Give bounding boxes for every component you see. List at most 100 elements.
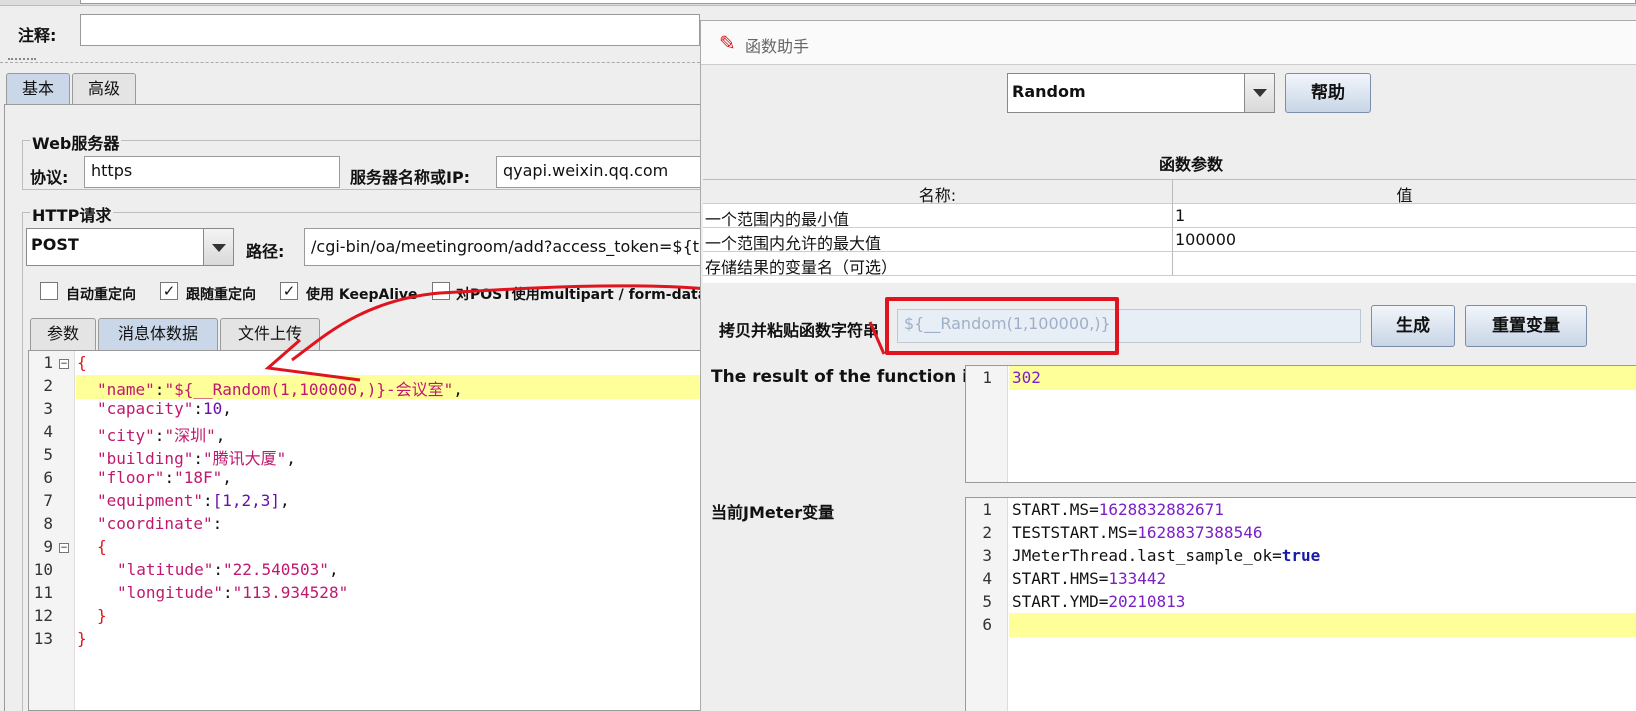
line-number: 10	[33, 560, 53, 579]
copy-label: 拷贝并粘贴函数字符串	[719, 321, 880, 340]
json-comma: ,	[280, 491, 290, 510]
line-number: 6	[982, 615, 992, 634]
param-value-cell[interactable]: 1	[1173, 204, 1636, 228]
json-separator: :	[213, 560, 223, 579]
arrow-head-left	[264, 338, 361, 382]
json-comma: ,	[222, 468, 232, 487]
chevron-down-icon[interactable]	[1244, 74, 1274, 112]
line-number: 3	[43, 399, 53, 418]
json-separator: :	[212, 514, 223, 533]
code-brace: }	[77, 629, 87, 648]
function-select[interactable]: Random	[1007, 73, 1275, 113]
variable-name: START.MS	[1012, 500, 1090, 519]
variable-value: true	[1281, 546, 1321, 565]
variable-name: START.YMD	[1012, 592, 1099, 611]
variable-line: JMeterThread.last_sample_ok=true	[1012, 546, 1320, 565]
json-key: "city"	[97, 426, 155, 445]
line-number: 8	[43, 514, 53, 533]
equals-sign: =	[1089, 500, 1099, 519]
json-value: "深圳"	[164, 426, 216, 445]
line-number: 4	[43, 422, 53, 441]
help-button[interactable]: 帮助	[1285, 73, 1371, 113]
generate-button[interactable]: 生成	[1371, 305, 1455, 347]
arrow-head-right	[868, 321, 886, 355]
json-value: "113.934528"	[232, 583, 349, 602]
line-number: 3	[982, 546, 992, 565]
code-line: "latitude":"22.540503",	[117, 560, 339, 579]
json-key: "longitude"	[117, 583, 223, 602]
line-number: 11	[33, 583, 53, 602]
line-number: 9	[43, 537, 53, 556]
param-value-cell[interactable]	[1173, 252, 1636, 276]
result-editor[interactable]: 1 302	[965, 365, 1636, 483]
current-line-highlight	[1009, 366, 1636, 390]
param-name-cell: 存储结果的变量名（可选）	[703, 252, 1173, 276]
variable-value: 20210813	[1108, 592, 1186, 611]
json-value: [1,2,3]	[212, 491, 281, 510]
code-line: }	[77, 629, 87, 648]
json-separator: :	[193, 449, 203, 468]
fold-icon[interactable]: −	[59, 543, 69, 553]
json-key: "capacity"	[97, 399, 194, 418]
json-comma: ,	[215, 426, 226, 445]
json-separator: :	[154, 426, 165, 445]
json-separator: :	[222, 583, 233, 602]
function-select-value: Random	[1012, 82, 1086, 101]
param-value-cell[interactable]: 100000	[1173, 228, 1636, 252]
line-number: 12	[33, 606, 53, 625]
code-line: {	[97, 537, 107, 556]
equals-sign: =	[1098, 569, 1109, 588]
json-key: "floor"	[97, 468, 165, 487]
json-key: "equipment"	[97, 491, 203, 510]
json-comma: ,	[286, 449, 296, 468]
variable-name: TESTSTART.MS	[1012, 523, 1128, 542]
line-number: 7	[43, 491, 53, 510]
line-number: 5	[982, 592, 992, 611]
json-separator: :	[164, 468, 175, 487]
variable-name: JMeterThread.last_sample_ok	[1012, 546, 1273, 565]
code-line: "city":"深圳",	[97, 422, 225, 446]
json-value: "18F"	[174, 468, 223, 487]
feather-icon: ✎	[719, 31, 736, 55]
variable-line: START.HMS=133442	[1012, 569, 1166, 588]
json-key: "latitude"	[117, 560, 214, 579]
variable-line: START.YMD=20210813	[1012, 592, 1185, 611]
code-brace: }	[97, 606, 107, 625]
dialog-title: 函数助手	[745, 37, 810, 56]
variable-line: TESTSTART.MS=1628837388546	[1012, 523, 1262, 542]
body-editor[interactable]: 1−{2 "name":"${__Random(1,100000,)}-会议室",…	[28, 350, 713, 711]
function-helper-dialog: ✎ 函数助手 Random 帮助 函数参数 名称: 值 一个范围内的最小值 1 …	[700, 20, 1636, 711]
params-title: 函数参数	[1159, 155, 1224, 174]
col-name-header: 名称:	[703, 180, 1173, 204]
result-label: The result of the function is	[711, 367, 979, 387]
code-line: "equipment":[1,2,3],	[97, 491, 290, 510]
json-key: "coordinate"	[97, 514, 213, 533]
json-separator: :	[202, 491, 213, 510]
current-line-highlight	[1009, 613, 1636, 637]
equals-sign: =	[1098, 592, 1109, 611]
json-separator: :	[193, 399, 203, 418]
col-value-header: 值	[1173, 180, 1636, 204]
code-line: "capacity":10,	[97, 399, 232, 418]
code-line: "coordinate":	[97, 514, 222, 533]
code-line: }	[97, 606, 107, 625]
reset-variables-button[interactable]: 重置变量	[1465, 305, 1587, 347]
line-number: 13	[33, 629, 53, 648]
code-line: "building":"腾讯大厦",	[97, 445, 296, 469]
vars-editor[interactable]: 1 START.MS=1628832882671 2 TESTSTART.MS=162…	[965, 497, 1636, 711]
json-value: "22.540503"	[222, 560, 329, 579]
json-value: 10	[202, 399, 223, 418]
variable-value: 133442	[1108, 569, 1167, 588]
line-number: 4	[982, 569, 992, 588]
code-line: "floor":"18F",	[97, 468, 232, 487]
annotation-arrow-right	[868, 321, 886, 355]
vars-label: 当前JMeter变量	[711, 503, 835, 522]
variable-name: START.HMS	[1012, 569, 1099, 588]
code-line: "longitude":"113.934528"	[117, 583, 348, 602]
variable-value: 1628832882671	[1098, 500, 1224, 519]
code-brace: {	[97, 537, 107, 556]
line-number: 6	[43, 468, 53, 487]
json-comma: ,	[222, 399, 232, 418]
json-key: "building"	[97, 449, 194, 468]
equals-sign: =	[1272, 546, 1282, 565]
